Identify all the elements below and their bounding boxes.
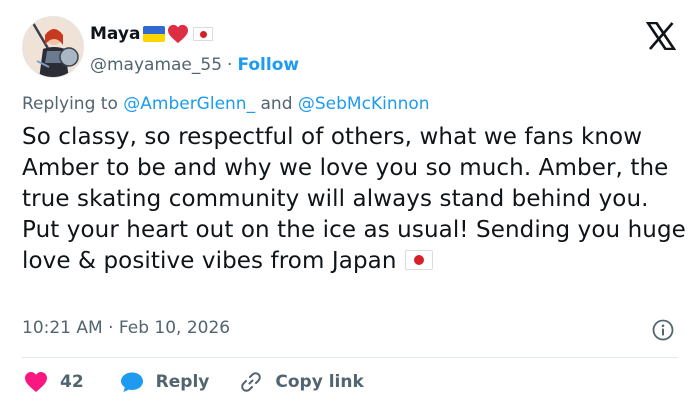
link-icon: [241, 372, 262, 392]
japan-flag-icon: [193, 27, 214, 41]
copy-link-button[interactable]: Copy link: [239, 370, 364, 394]
speech-bubble-icon: [120, 372, 143, 392]
display-name-row: Maya: [90, 22, 299, 46]
like-button[interactable]: 42: [24, 371, 84, 393]
reply-context: Replying to @AmberGlenn_ and @SebMcKinno…: [22, 94, 430, 114]
tweet-text: So classy, so respectful of others, what…: [22, 122, 690, 277]
reply-conjunction: and: [260, 94, 293, 114]
copy-link-label: Copy link: [275, 372, 364, 392]
user-names: Maya @mayamae_55 · Follow: [90, 22, 299, 78]
heart-icon: [25, 372, 47, 392]
like-count: 42: [60, 372, 84, 392]
reply-label: Reply: [155, 372, 210, 392]
mention-link[interactable]: @SebMcKinnon: [298, 94, 430, 114]
separator-dot: ·: [227, 55, 233, 75]
info-icon[interactable]: [652, 319, 674, 341]
tweet-header: Maya @mayamae_55 · Follow: [22, 16, 682, 80]
avatar[interactable]: [22, 16, 84, 78]
japan-flag-icon: [404, 250, 433, 270]
mention-link[interactable]: @AmberGlenn_: [123, 94, 255, 114]
tweet-timestamp[interactable]: 10:21 AM · Feb 10, 2026: [22, 318, 230, 338]
red-heart-icon: [168, 24, 189, 44]
display-name[interactable]: Maya: [90, 24, 140, 44]
tweet-actions: 42 Reply Copy link: [24, 368, 364, 396]
x-logo-icon[interactable]: [646, 22, 676, 50]
ukraine-flag-icon: [143, 26, 166, 42]
divider: [22, 357, 678, 358]
follow-button[interactable]: Follow: [237, 55, 299, 75]
reply-button[interactable]: Reply: [120, 371, 210, 393]
user-handle[interactable]: @mayamae_55: [90, 55, 222, 75]
avatar-illustration: [23, 17, 83, 77]
reply-prefix: Replying to: [22, 94, 118, 114]
tweet-text-content: So classy, so respectful of others, what…: [22, 124, 686, 274]
handle-row: @mayamae_55 · Follow: [90, 52, 299, 78]
